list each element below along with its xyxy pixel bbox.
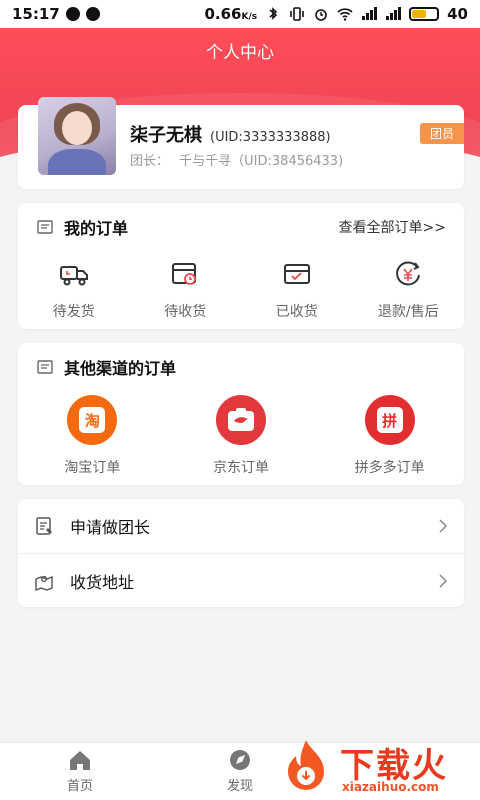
my-orders-card: 我的订单 查看全部订单>> 待发货 待收货 已收货 退款/售后 — [18, 203, 464, 329]
order-received[interactable]: 已收货 — [241, 261, 353, 321]
box-clock-icon — [172, 263, 197, 285]
status-time: 15:17 — [12, 5, 60, 23]
order-refund[interactable]: 退款/售后 — [353, 261, 465, 321]
avatar[interactable] — [38, 97, 116, 175]
flame-logo-icon — [288, 740, 324, 790]
battery-icon — [409, 7, 440, 21]
member-badge: 团员 — [419, 123, 464, 144]
leader-label: 团长： — [130, 154, 170, 169]
vibrate-icon — [290, 7, 304, 21]
order-list-icon — [37, 360, 53, 374]
alarm-icon — [315, 9, 327, 21]
profile-card[interactable]: 柒子无棋 (UID:3333333888) 团长： 千与千寻（UID:38456… — [18, 97, 464, 189]
wifi-icon — [337, 8, 353, 21]
order-pending-receive[interactable]: 待收货 — [130, 261, 242, 321]
user-uid: (UID:3333333888) — [210, 130, 331, 145]
notification-icon — [65, 7, 80, 21]
order-received-label: 已收货 — [275, 304, 318, 320]
user-name: 柒子无棋 — [130, 125, 202, 146]
view-all-orders-link[interactable]: 查看全部订单>> — [339, 217, 446, 237]
order-pending-ship-label: 待发货 — [52, 304, 95, 320]
taobao-icon: 淘 — [67, 395, 118, 445]
status-bar: 15:17 0.66K/s 40 — [0, 0, 480, 28]
truck-icon — [59, 266, 88, 286]
order-pending-ship[interactable]: 待发货 — [18, 261, 130, 321]
pinduoduo-icon: 拼 — [364, 395, 415, 445]
compass-icon — [230, 750, 250, 770]
my-orders-title: 我的订单 — [64, 219, 129, 238]
network-speed: 0.66K/s — [204, 5, 258, 23]
menu-shipping-address[interactable]: 收货地址 — [18, 553, 464, 607]
yen-refund-icon — [396, 261, 421, 286]
jd-icon — [215, 395, 266, 445]
menu-apply-leader-label: 申请做团长 — [70, 518, 151, 537]
signal-2-icon — [386, 7, 402, 20]
map-pin-icon — [35, 575, 53, 591]
watermark-logo: 下载火 xiazaihuo.com — [282, 736, 480, 800]
tab-home[interactable]: 首页 — [0, 743, 160, 800]
bluetooth-icon — [269, 7, 278, 20]
taobao-orders-label: 淘宝订单 — [64, 460, 121, 476]
chevron-right-icon — [439, 519, 448, 533]
taobao-orders[interactable]: 淘 淘宝订单 — [22, 395, 162, 477]
settings-menu: 申请做团长 收货地址 — [18, 499, 464, 607]
chat-app-icon — [85, 7, 100, 21]
page-title: 个人中心 — [206, 43, 274, 63]
apply-form-icon — [36, 517, 52, 535]
tab-home-label: 首页 — [66, 779, 93, 794]
pinduoduo-orders[interactable]: 拼 拼多多订单 — [320, 395, 460, 477]
jd-orders-label: 京东订单 — [212, 460, 269, 476]
order-list-icon — [37, 220, 53, 234]
jd-orders[interactable]: 京东订单 — [171, 395, 311, 477]
tab-discover-label: 发现 — [226, 779, 253, 794]
home-icon — [70, 751, 90, 770]
menu-apply-leader[interactable]: 申请做团长 — [18, 499, 464, 553]
leader-info: 团长： 千与千寻（UID:38456433) — [130, 150, 343, 169]
order-pending-receive-label: 待收货 — [164, 304, 207, 320]
leader-value: 千与千寻（UID:38456433) — [179, 154, 344, 169]
order-refund-label: 退款/售后 — [377, 304, 439, 320]
signal-1-icon — [362, 7, 378, 20]
watermark-domain: xiazaihuo.com — [342, 780, 439, 794]
chevron-right-icon — [439, 573, 448, 588]
other-channels-card: 其他渠道的订单 淘 淘宝订单 京东订单 拼 拼多多订单 — [18, 343, 464, 485]
box-check-icon — [283, 264, 310, 284]
other-channels-title: 其他渠道的订单 — [64, 359, 177, 378]
battery-level: 40 — [447, 5, 468, 23]
menu-shipping-address-label: 收货地址 — [70, 572, 135, 592]
pinduoduo-orders-label: 拼多多订单 — [354, 460, 425, 476]
